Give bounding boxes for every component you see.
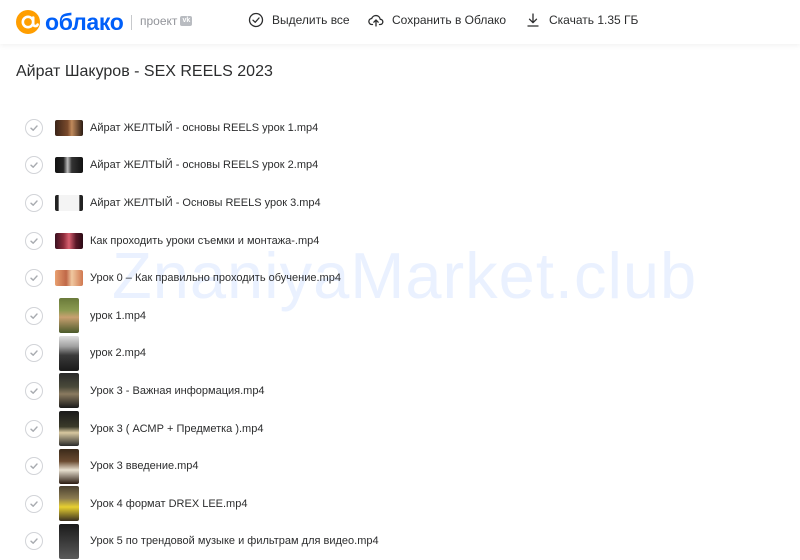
file-row[interactable]: Айрат ЖЕЛТЫЙ - Основы REELS урок 3.mp4 xyxy=(0,184,800,222)
file-row[interactable]: Урок 5 по трендовой музыке и фильтрам дл… xyxy=(0,523,800,560)
video-thumbnail xyxy=(55,270,83,287)
checkmark-icon xyxy=(30,425,38,432)
file-name: Айрат ЖЕЛТЫЙ - основы REELS урок 2.mp4 xyxy=(90,159,319,172)
file-row[interactable]: Урок 3 - Важная информация.mp4 xyxy=(0,372,800,410)
top-header: облако проект vk Выделить все Сохранить … xyxy=(0,0,800,44)
save-to-cloud-button[interactable]: Сохранить в Облако xyxy=(368,12,506,28)
folder-title: Айрат Шакуров - SEX REELS 2023 xyxy=(16,63,273,80)
file-row[interactable]: Айрат ЖЕЛТЫЙ - основы REELS урок 2.mp4 xyxy=(0,147,800,185)
select-checkbox[interactable] xyxy=(25,193,43,212)
video-thumbnail xyxy=(55,232,83,249)
cloud-logo[interactable]: облако xyxy=(15,9,124,35)
file-row[interactable]: Урок 3 введение.mp4 xyxy=(0,447,800,485)
select-all-label: Выделить все xyxy=(272,13,350,27)
file-name: Как проходить уроки съемки и монтажа-.mp… xyxy=(90,234,320,247)
check-circle-icon xyxy=(248,12,264,28)
video-thumbnail xyxy=(55,157,83,174)
vk-badge-icon: vk xyxy=(180,16,193,26)
video-thumbnail xyxy=(59,373,79,409)
video-thumbnail xyxy=(59,298,79,334)
file-name: Урок 5 по трендовой музыке и фильтрам дл… xyxy=(90,535,379,548)
file-name: Урок 4 формат DREX LEE.mp4 xyxy=(90,497,248,510)
file-row[interactable]: Айрат ЖЕЛТЫЙ - основы REELS урок 1.mp4 xyxy=(0,109,800,147)
video-thumbnail xyxy=(59,411,79,447)
file-name: Урок 3 введение.mp4 xyxy=(90,460,199,473)
select-checkbox[interactable] xyxy=(25,457,43,476)
checkmark-icon xyxy=(30,237,38,244)
select-checkbox[interactable] xyxy=(25,156,43,175)
file-name: урок 2.mp4 xyxy=(90,347,147,360)
cloud-upload-icon xyxy=(368,14,384,27)
logo-subtitle: проект vk xyxy=(140,14,193,28)
logo-divider xyxy=(131,15,132,30)
file-row[interactable]: урок 2.mp4 xyxy=(0,335,800,373)
file-name: Урок 3 ( АСМР + Предметка ).mp4 xyxy=(90,422,264,435)
logo-text: облако xyxy=(45,9,124,35)
file-name: Урок 3 - Важная информация.mp4 xyxy=(90,384,265,397)
video-thumbnail xyxy=(59,335,79,371)
at-sign-icon xyxy=(16,10,40,34)
checkmark-icon xyxy=(30,162,38,169)
file-row[interactable]: урок 1.mp4 xyxy=(0,297,800,335)
checkmark-icon xyxy=(30,388,38,394)
checkmark-icon xyxy=(30,200,38,206)
checkmark-icon xyxy=(30,538,38,545)
select-checkbox[interactable] xyxy=(25,344,43,363)
checkmark-icon xyxy=(30,125,38,131)
checkmark-icon xyxy=(30,350,38,357)
video-thumbnail xyxy=(55,194,83,211)
select-checkbox[interactable] xyxy=(25,306,43,325)
download-icon xyxy=(527,13,539,27)
video-thumbnail xyxy=(55,119,83,136)
download-button[interactable]: Скачать 1.35 ГБ xyxy=(525,12,638,28)
select-checkbox[interactable] xyxy=(25,532,43,551)
select-checkbox[interactable] xyxy=(25,231,43,250)
file-row[interactable]: Урок 3 ( АСМР + Предметка ).mp4 xyxy=(0,410,800,448)
video-thumbnail xyxy=(59,523,79,559)
select-checkbox[interactable] xyxy=(25,494,43,513)
file-list: Айрат ЖЕЛТЫЙ - основы REELS урок 1.mp4 А… xyxy=(0,109,800,560)
checkmark-icon xyxy=(30,463,38,470)
select-checkbox[interactable] xyxy=(25,419,43,438)
video-thumbnail xyxy=(59,448,79,484)
select-all-button[interactable]: Выделить все xyxy=(248,12,350,28)
video-thumbnail xyxy=(59,486,79,522)
save-to-cloud-label: Сохранить в Облако xyxy=(392,13,507,27)
checkmark-icon xyxy=(30,501,38,507)
select-checkbox[interactable] xyxy=(25,118,43,137)
file-row[interactable]: Урок 0 – Как правильно проходить обучени… xyxy=(0,259,800,297)
file-name: Айрат ЖЕЛТЫЙ - Основы REELS урок 3.mp4 xyxy=(90,196,321,209)
logo-sub-text: проект xyxy=(140,14,178,28)
select-checkbox[interactable] xyxy=(25,381,43,400)
checkmark-icon xyxy=(30,275,38,282)
select-checkbox[interactable] xyxy=(25,269,43,288)
download-label: Скачать 1.35 ГБ xyxy=(549,13,639,27)
file-name: урок 1.mp4 xyxy=(90,309,147,322)
file-row[interactable]: Как проходить уроки съемки и монтажа-.mp… xyxy=(0,222,800,260)
file-row[interactable]: Урок 4 формат DREX LEE.mp4 xyxy=(0,485,800,523)
file-name: Урок 0 – Как правильно проходить обучени… xyxy=(90,272,341,285)
checkmark-icon xyxy=(30,313,38,319)
file-name: Айрат ЖЕЛТЫЙ - основы REELS урок 1.mp4 xyxy=(90,121,319,134)
